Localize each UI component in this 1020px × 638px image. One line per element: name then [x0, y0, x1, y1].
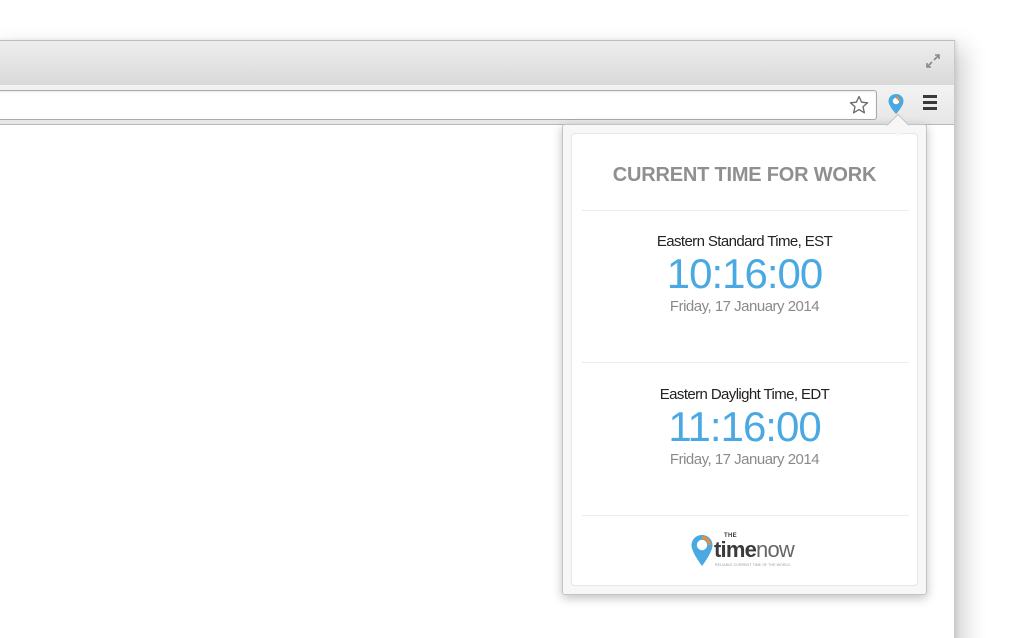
logo-wordmark: timenow — [714, 537, 795, 562]
divider — [582, 362, 909, 363]
popup-card: CURRENT TIME FOR WORK Eastern Standard T… — [571, 133, 918, 586]
star-icon[interactable] — [848, 94, 870, 116]
logo-word-regular: now — [756, 537, 795, 562]
divider — [582, 210, 909, 211]
fullscreen-icon[interactable] — [924, 52, 942, 70]
map-pin-icon[interactable] — [887, 93, 905, 115]
toolbar — [0, 85, 954, 125]
timezone-date: Friday, 17 January 2014 — [669, 451, 820, 468]
page: CURRENT TIME FOR WORK Eastern Standard T… — [0, 0, 1020, 638]
divider — [582, 515, 909, 516]
timezone-name: Eastern Standard Time, EST — [656, 233, 833, 250]
popup-title: CURRENT TIME FOR WORK — [612, 164, 877, 186]
extension-popup: CURRENT TIME FOR WORK Eastern Standard T… — [562, 124, 927, 595]
logo-tagline: RELIABLE CURRENT TIME OF THE WORLD — [715, 563, 791, 567]
omnibox[interactable] — [0, 90, 877, 120]
timezone-block-est: Eastern Standard Time, EST 10:16:00 Frid… — [572, 233, 917, 317]
title-bar — [0, 41, 954, 85]
timezone-time: 10:16:00 — [666, 250, 824, 297]
timezone-block-edt: Eastern Daylight Time, EDT 11:16:00 Frid… — [572, 386, 917, 470]
timezone-name: Eastern Daylight Time, EDT — [659, 386, 830, 403]
hamburger-menu-icon[interactable] — [923, 95, 939, 113]
timezone-date: Friday, 17 January 2014 — [669, 298, 820, 315]
timezone-time: 11:16:00 — [668, 403, 821, 450]
address-input[interactable] — [0, 91, 840, 119]
map-pin-logo-icon — [691, 535, 713, 566]
timenow-logo[interactable]: THE timenow RELIABLE CURRENT TIME OF THE… — [690, 530, 805, 572]
logo-word-bold: time — [714, 537, 757, 562]
